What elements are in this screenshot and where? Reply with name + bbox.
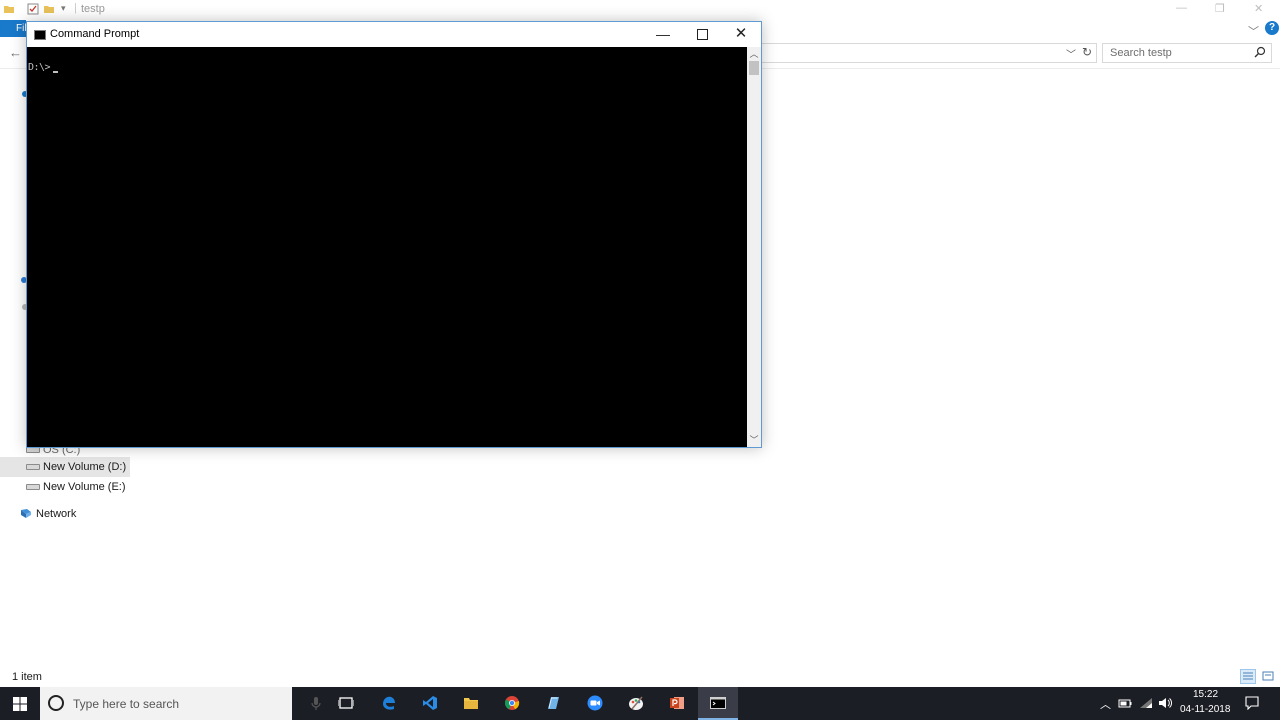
- status-item-count: 1 item: [12, 671, 42, 683]
- refresh-icon[interactable]: ↻: [1082, 45, 1092, 59]
- taskbar-search-placeholder: Type here to search: [73, 697, 180, 711]
- show-hidden-icons[interactable]: ︿: [1100, 696, 1111, 712]
- windows-logo-icon: [13, 697, 27, 711]
- explorer-minimize-icon[interactable]: —: [1176, 2, 1187, 14]
- taskbar-command-prompt[interactable]: [698, 687, 738, 720]
- wifi-icon[interactable]: [1139, 697, 1153, 709]
- paint-icon: [629, 696, 643, 710]
- zoom-icon: [587, 695, 603, 711]
- search-icon[interactable]: [1254, 46, 1266, 58]
- help-icon[interactable]: ?: [1265, 21, 1279, 35]
- address-dropdown-icon[interactable]: ﹀: [1066, 46, 1076, 61]
- ribbon-expand-icon[interactable]: ﹀: [1248, 23, 1259, 39]
- powerpoint-icon: [670, 697, 684, 709]
- taskbar-zoom[interactable]: [575, 687, 615, 720]
- explorer-titlebar[interactable]: ▾ | testp — ❐ ✕: [0, 0, 1280, 20]
- new-folder-icon[interactable]: [43, 3, 55, 15]
- command-prompt-window[interactable]: Command Prompt — ✕ D:\> ︿ ﹀: [26, 21, 762, 448]
- nav-item-drive-d[interactable]: New Volume (D:): [0, 457, 130, 477]
- taskbar-file-explorer[interactable]: [451, 687, 491, 720]
- nav-item-label: Network: [36, 508, 77, 520]
- explorer-search-placeholder: Search testp: [1110, 47, 1172, 59]
- taskbar-search-input[interactable]: Type here to search: [40, 687, 321, 720]
- clock-time[interactable]: 15:22: [1193, 689, 1218, 700]
- close-button[interactable]: ✕: [729, 24, 753, 44]
- cmd-window-title: Command Prompt: [50, 28, 140, 40]
- start-button[interactable]: [0, 687, 40, 720]
- edge-icon: [383, 696, 395, 710]
- cmd-titlebar[interactable]: Command Prompt — ✕: [27, 22, 761, 47]
- task-view-icon: [338, 697, 354, 709]
- console-scrollbar[interactable]: ︿ ﹀: [747, 47, 761, 447]
- scroll-up-icon[interactable]: ︿: [747, 47, 761, 61]
- explorer-title: testp: [81, 3, 105, 15]
- taskbar: Type here to search ︿ 15:22 04-11-2018: [0, 687, 1280, 720]
- drive-icon: [26, 464, 40, 470]
- minimize-button[interactable]: —: [651, 24, 675, 44]
- network-icon: [21, 509, 31, 518]
- console-cursor: [53, 71, 58, 73]
- maximize-button[interactable]: [690, 24, 714, 44]
- command-prompt-icon: [34, 30, 46, 40]
- quick-access-dropdown-icon[interactable]: ▾: [61, 3, 66, 14]
- properties-icon[interactable]: [27, 3, 39, 15]
- file-explorer-icon: [464, 698, 478, 709]
- explorer-restore-icon[interactable]: ❐: [1215, 2, 1225, 15]
- taskbar-notes[interactable]: [533, 687, 573, 720]
- action-center-icon[interactable]: [1245, 696, 1259, 710]
- clock-date[interactable]: 04-11-2018: [1180, 704, 1230, 715]
- taskbar-powerpoint[interactable]: [657, 687, 697, 720]
- address-bar[interactable]: [762, 43, 1097, 63]
- large-icons-view-icon[interactable]: [1260, 669, 1276, 684]
- folder-icon: [4, 6, 14, 13]
- explorer-close-icon[interactable]: ✕: [1254, 2, 1263, 15]
- battery-icon[interactable]: [1118, 697, 1132, 709]
- maximize-icon: [697, 29, 708, 40]
- scroll-thumb[interactable]: [749, 61, 759, 75]
- ribbon-file-tab[interactable]: File: [0, 20, 26, 37]
- drive-icon: [26, 484, 40, 490]
- taskbar-edge[interactable]: [369, 687, 409, 720]
- nav-item-drive-e[interactable]: New Volume (E:): [0, 477, 130, 497]
- vscode-icon: [423, 696, 437, 710]
- nav-item-network[interactable]: Network: [0, 504, 130, 524]
- nav-item-label: New Volume (D:): [43, 461, 127, 473]
- chrome-icon: [505, 696, 520, 710]
- back-arrow-icon[interactable]: ←: [9, 45, 22, 60]
- scroll-down-icon[interactable]: ﹀: [747, 433, 761, 447]
- cortana-icon[interactable]: [48, 695, 64, 711]
- console-prompt: D:\>: [28, 62, 51, 73]
- console-output[interactable]: D:\>: [27, 47, 747, 447]
- title-separator: |: [74, 2, 77, 14]
- details-view-icon[interactable]: [1240, 669, 1256, 684]
- volume-icon[interactable]: [1158, 697, 1172, 709]
- taskbar-chrome[interactable]: [492, 687, 532, 720]
- task-view-button[interactable]: [326, 687, 366, 720]
- taskbar-paint[interactable]: [616, 687, 656, 720]
- command-prompt-icon: [710, 697, 726, 709]
- taskbar-vscode[interactable]: [410, 687, 450, 720]
- microphone-icon[interactable]: [310, 696, 322, 712]
- notes-icon: [548, 697, 559, 709]
- nav-item-label: New Volume (E:): [43, 481, 126, 493]
